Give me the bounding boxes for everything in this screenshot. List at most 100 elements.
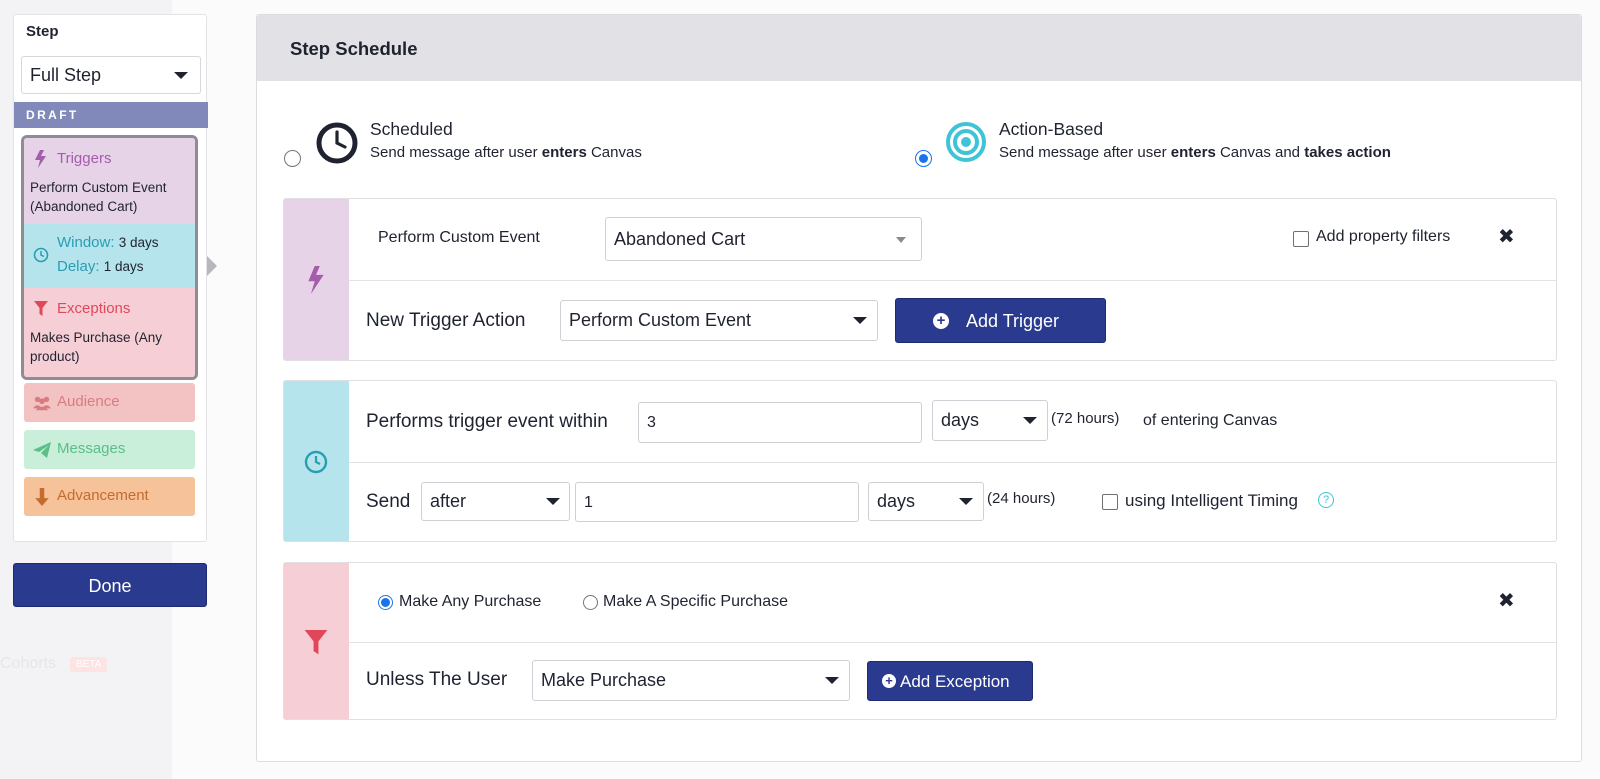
unless-user-select[interactable]: Make Purchase	[532, 660, 850, 701]
chevron-down-icon	[1023, 417, 1037, 424]
property-filters-label: Add property filters	[1316, 228, 1451, 245]
add-exception-label: Add Exception	[900, 672, 1010, 691]
target-icon	[946, 122, 986, 162]
lightning-icon	[308, 266, 324, 294]
summary-delay-value: 1 days	[103, 259, 144, 274]
window-hours: (72 hours)	[1051, 410, 1120, 427]
chevron-down-icon	[896, 237, 906, 243]
summary-window-label: Window:	[57, 234, 115, 251]
window-value-input[interactable]: 3	[638, 402, 922, 443]
close-icon[interactable]: ✖	[1498, 224, 1515, 249]
summary-exceptions-text: Makes Purchase (Any product)	[30, 330, 163, 364]
window-unit-select[interactable]: days	[932, 400, 1048, 441]
summary-triggers-text: Perform Custom Event (Abandoned Cart)	[30, 180, 167, 214]
done-button[interactable]: Done	[13, 563, 207, 607]
add-trigger-button[interactable]: + Add Trigger	[895, 298, 1106, 343]
window-section: Performs trigger event within 3 days (72…	[283, 380, 1557, 542]
triggers-divider	[349, 280, 1556, 281]
close-icon[interactable]: ✖	[1498, 588, 1515, 613]
unless-user-value: Make Purchase	[541, 670, 667, 690]
filter-icon	[304, 630, 328, 655]
background-beta-badge: BETA	[70, 657, 108, 672]
send-mode-select[interactable]: after	[421, 482, 570, 521]
step-label: Step	[26, 23, 59, 40]
step-panel: Step Full Step DRAFT Triggers Perform Cu…	[13, 14, 208, 542]
background-cohorts-label: Cohorts	[0, 655, 57, 672]
filter-icon	[34, 301, 48, 316]
chevron-down-icon	[174, 72, 188, 79]
help-icon[interactable]: ?	[1318, 492, 1334, 508]
summary-triggers-title: Triggers	[57, 150, 112, 167]
summary-window[interactable]: Window: 3 days Delay: 1 days	[24, 224, 195, 288]
new-trigger-value: Perform Custom Event	[569, 310, 752, 330]
lightning-icon	[35, 150, 46, 168]
modal-header: Step Schedule	[257, 15, 1581, 81]
plus-circle-icon: +	[882, 674, 896, 688]
step-schedule-modal: Step Schedule Scheduled Send message aft…	[256, 14, 1582, 762]
audience-label: Audience	[57, 393, 120, 410]
chevron-down-icon	[825, 677, 839, 684]
chevron-down-icon	[959, 498, 973, 505]
window-suffix: of entering Canvas	[1143, 412, 1278, 429]
summary-exceptions-title: Exceptions	[57, 300, 131, 317]
window-unit-value: days	[941, 410, 980, 430]
triggers-stripe	[284, 199, 349, 360]
chevron-down-icon	[546, 498, 560, 505]
draft-bar: DRAFT	[14, 102, 208, 128]
messages-button[interactable]: Messages	[24, 430, 195, 469]
exceptions-section: Make Any Purchase Make A Specific Purcha…	[283, 562, 1557, 720]
send-mode-value: after	[430, 491, 467, 511]
send-hours: (24 hours)	[987, 490, 1056, 507]
triggers-section: Perform Custom Event Abandoned Cart Add …	[283, 198, 1557, 361]
window-divider	[349, 462, 1556, 463]
trigger-event-label: Perform Custom Event	[378, 229, 540, 246]
step-select-value: Full Step	[30, 65, 102, 85]
send-value-input[interactable]: 1	[575, 482, 859, 522]
add-exception-button[interactable]: + Add Exception	[867, 661, 1033, 701]
specific-purchase-label: Make A Specific Purchase	[603, 593, 788, 610]
action-based-title: Action-Based	[999, 119, 1104, 139]
add-trigger-label: Add Trigger	[966, 311, 1060, 331]
summary-delay-label: Delay:	[57, 258, 100, 275]
send-label: Send	[366, 491, 411, 512]
modal-title: Step Schedule	[290, 38, 418, 59]
summary-window-value: 3 days	[118, 235, 159, 250]
advancement-label: Advancement	[57, 487, 149, 504]
step-summary-box[interactable]: Triggers Perform Custom Event (Abandoned…	[21, 135, 198, 380]
property-filters-checkbox[interactable]	[1293, 231, 1309, 247]
plus-circle-icon: +	[933, 313, 949, 329]
any-purchase-radio[interactable]	[378, 595, 393, 610]
advancement-button[interactable]: Advancement	[24, 477, 195, 516]
performs-within-label: Performs trigger event within	[366, 411, 608, 432]
specific-purchase-radio[interactable]	[583, 595, 598, 610]
step-select[interactable]: Full Step	[21, 56, 201, 94]
summary-exceptions[interactable]: Exceptions Makes Purchase (Any product)	[24, 288, 195, 377]
users-icon	[33, 396, 51, 411]
exceptions-divider	[349, 642, 1556, 643]
exceptions-stripe	[284, 563, 349, 719]
arrow-down-icon	[35, 488, 49, 506]
action-based-subtitle: Send message after user enters Canvas an…	[999, 144, 1391, 161]
audience-button[interactable]: Audience	[24, 383, 195, 422]
messages-label: Messages	[57, 440, 126, 457]
intelligent-timing-checkbox[interactable]	[1102, 494, 1118, 510]
paper-plane-icon	[33, 442, 51, 458]
intelligent-timing-label: using Intelligent Timing	[1125, 491, 1298, 510]
panel-pointer	[207, 256, 217, 276]
trigger-event-value: Abandoned Cart	[614, 229, 746, 249]
summary-triggers[interactable]: Triggers Perform Custom Event (Abandoned…	[24, 138, 195, 224]
scheduled-title: Scheduled	[370, 119, 453, 139]
scheduled-subtitle: Send message after user enters Canvas	[370, 144, 642, 161]
action-based-radio[interactable]	[915, 150, 932, 167]
clock-icon	[33, 247, 49, 263]
send-unit-select[interactable]: days	[868, 482, 984, 521]
send-unit-value: days	[877, 491, 916, 511]
any-purchase-label: Make Any Purchase	[399, 593, 542, 610]
unless-user-label: Unless The User	[366, 669, 508, 690]
scheduled-radio[interactable]	[284, 150, 301, 167]
clock-icon	[316, 122, 358, 164]
new-trigger-label: New Trigger Action	[366, 310, 526, 331]
new-trigger-select[interactable]: Perform Custom Event	[560, 300, 878, 341]
trigger-event-select[interactable]: Abandoned Cart	[605, 217, 922, 261]
window-stripe	[284, 381, 349, 541]
